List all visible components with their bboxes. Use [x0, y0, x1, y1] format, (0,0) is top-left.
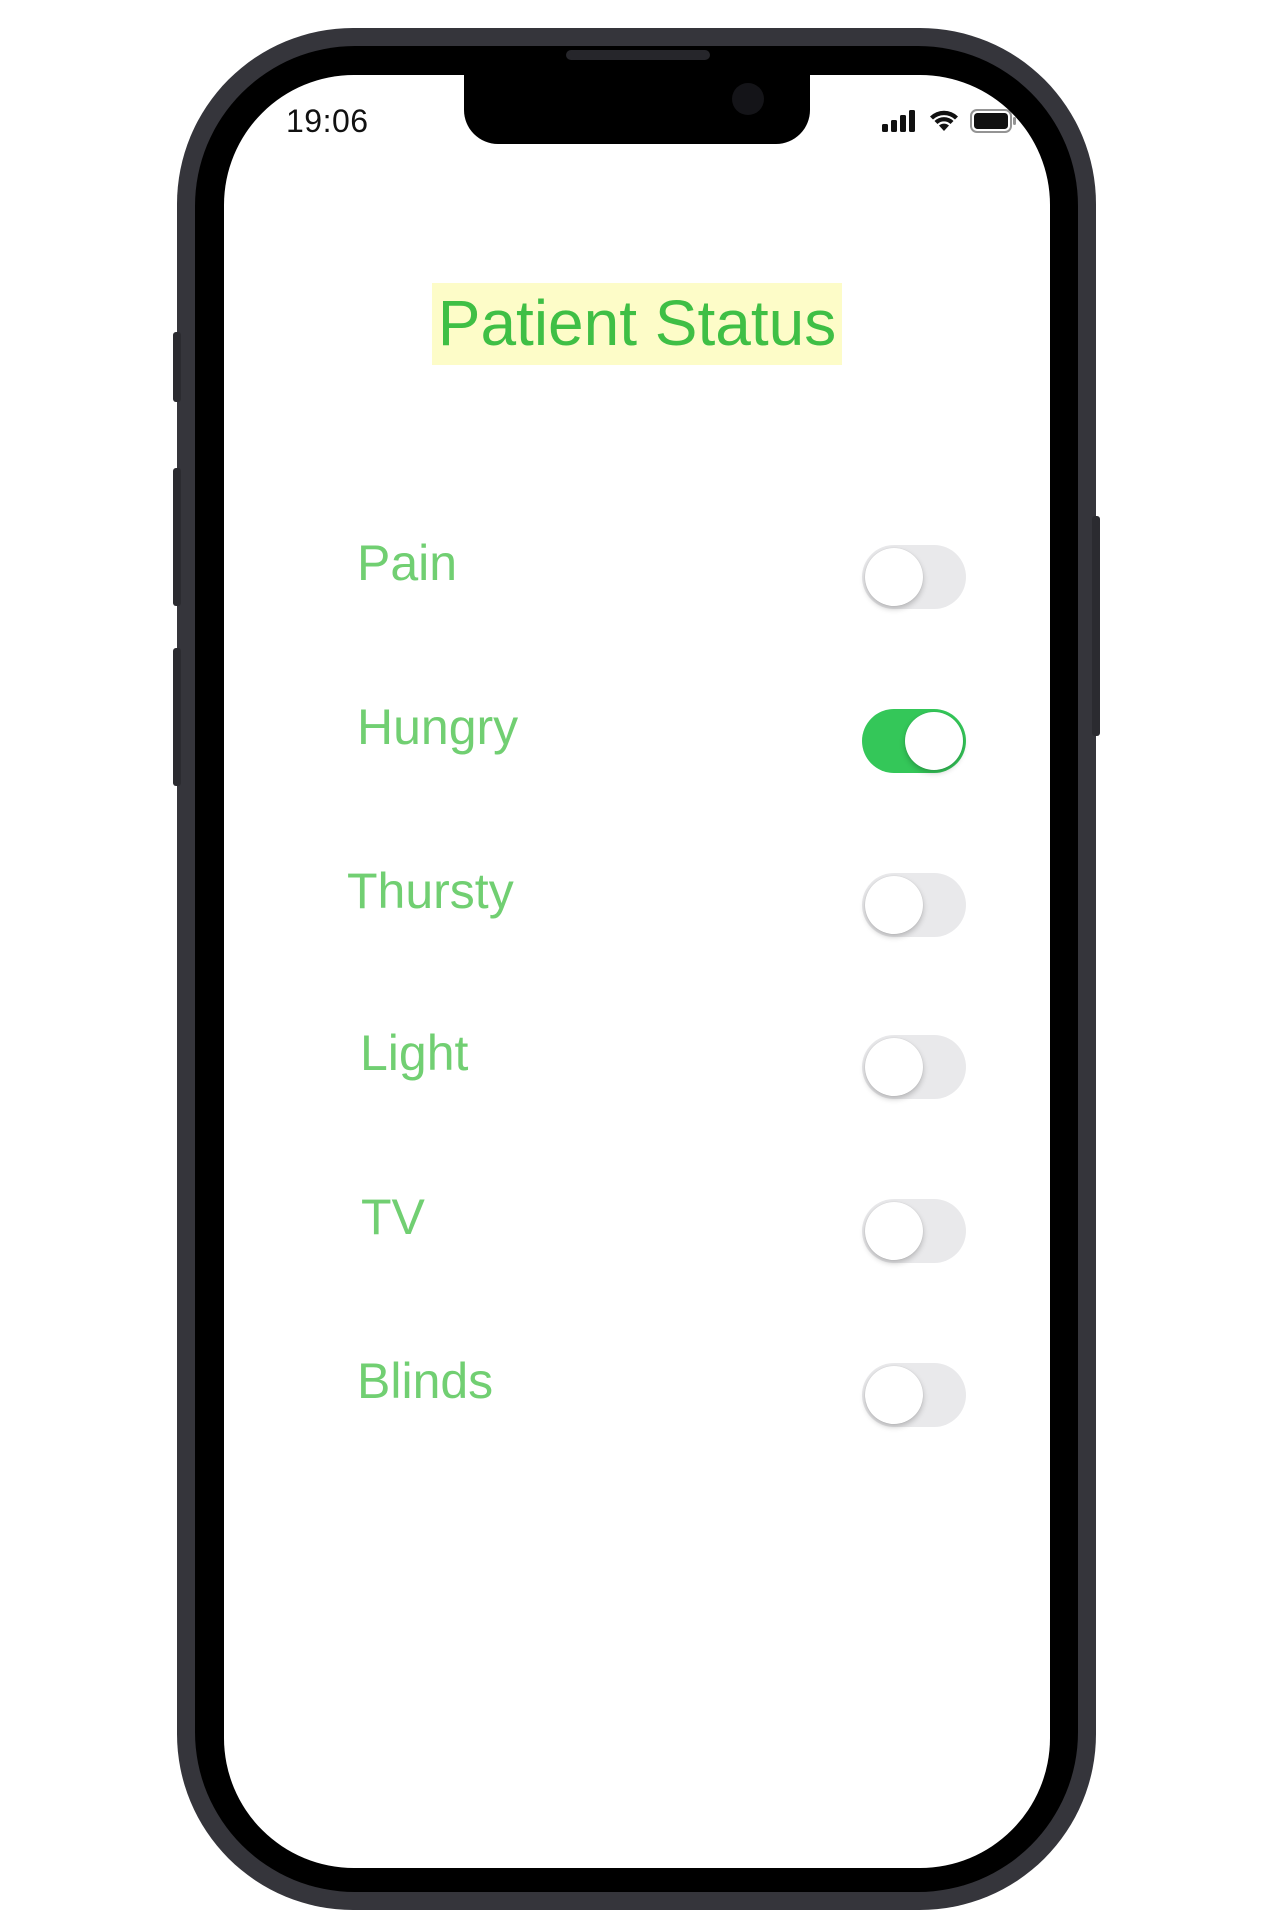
status-row-pain: Pain — [224, 535, 1050, 611]
silent-switch — [173, 332, 181, 402]
page-title: Patient Status — [431, 283, 843, 365]
cellular-signal-icon — [882, 110, 915, 132]
status-bar-time: 19:06 — [286, 103, 369, 139]
toggle-knob — [905, 712, 963, 770]
status-row-thursty: Thursty — [224, 863, 1050, 939]
light-toggle[interactable] — [862, 1035, 966, 1099]
tv-toggle[interactable] — [862, 1199, 966, 1263]
front-camera — [732, 83, 764, 115]
status-bar-icons — [882, 109, 1018, 133]
status-row-blinds: Blinds — [224, 1353, 1050, 1429]
battery-icon — [970, 109, 1016, 133]
status-row-tv: TV — [224, 1189, 1050, 1265]
volume-down-button — [173, 648, 181, 786]
phone-screen: 19:06 Patient Status Pain Hungry Thursty… — [224, 75, 1050, 1868]
status-label-thursty: Thursty — [347, 863, 514, 919]
pain-toggle[interactable] — [862, 545, 966, 609]
thursty-toggle[interactable] — [862, 873, 966, 937]
status-label-tv: TV — [361, 1189, 425, 1245]
volume-up-button — [173, 468, 181, 606]
device-stage: 19:06 Patient Status Pain Hungry Thursty… — [0, 0, 1286, 1920]
status-label-light: Light — [360, 1025, 469, 1081]
speaker-grille — [566, 50, 710, 60]
hungry-toggle[interactable] — [862, 709, 966, 773]
status-row-hungry: Hungry — [224, 699, 1050, 775]
power-button — [1092, 516, 1100, 736]
blinds-toggle[interactable] — [862, 1363, 966, 1427]
notch — [464, 75, 810, 144]
wifi-icon — [930, 110, 958, 131]
toggle-knob — [865, 876, 923, 934]
toggle-knob — [865, 1366, 923, 1424]
title-container: Patient Status — [224, 283, 1050, 365]
status-label-blinds: Blinds — [357, 1353, 494, 1409]
status-label-hungry: Hungry — [357, 699, 519, 755]
toggle-knob — [865, 1202, 923, 1260]
toggle-knob — [865, 548, 923, 606]
toggle-knob — [865, 1038, 923, 1096]
status-row-light: Light — [224, 1025, 1050, 1101]
status-label-pain: Pain — [357, 535, 458, 591]
